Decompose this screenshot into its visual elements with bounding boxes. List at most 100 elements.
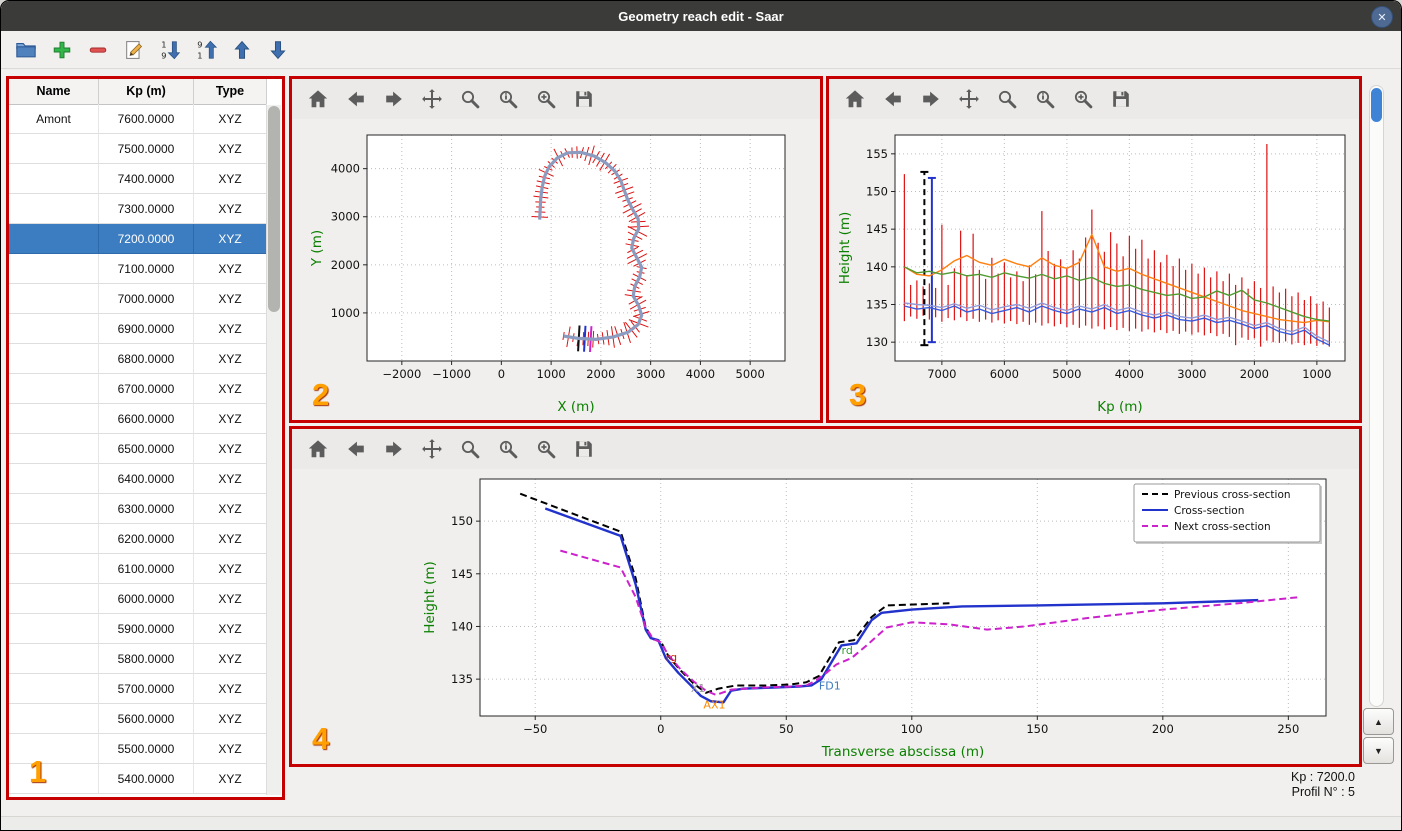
cell-type: XYZ (194, 674, 267, 704)
table-row[interactable]: Amont 7600.0000 XYZ (9, 104, 282, 134)
svg-text:5000: 5000 (736, 367, 765, 381)
table-header: Name Kp (m) Type (9, 79, 282, 105)
cell-type: XYZ (194, 374, 267, 404)
column-header-type[interactable]: Type (194, 79, 267, 105)
longitudinal-profile-plot[interactable]: 7000 6000 5000 4000 3000 2000 1000 130 135 140 145… (829, 119, 1359, 419)
zoom-region-button[interactable] (1033, 87, 1057, 111)
cell-type: XYZ (194, 104, 267, 134)
table-row[interactable]: 5400.0000 XYZ (9, 764, 282, 794)
table-row[interactable]: 5600.0000 XYZ (9, 704, 282, 734)
cell-type: XYZ (194, 254, 267, 284)
zoom-in-button[interactable] (534, 437, 558, 461)
svg-text:150: 150 (1026, 722, 1048, 736)
svg-text:Previous cross-section: Previous cross-section (1174, 489, 1291, 501)
zoom-region-icon (1034, 88, 1056, 110)
edit-profile-button[interactable] (121, 37, 147, 63)
profile-down-button[interactable]: ▼ (1363, 737, 1394, 764)
zoom-icon (459, 88, 481, 110)
table-row[interactable]: 6000.0000 XYZ (9, 584, 282, 614)
cell-kp: 6200.0000 (99, 524, 194, 554)
profile-up-button[interactable]: ▲ (1363, 708, 1394, 735)
table-row[interactable]: 6500.0000 XYZ (9, 434, 282, 464)
cell-name (9, 224, 99, 254)
sort-ascending-button[interactable]: 91 (193, 37, 219, 63)
cell-type: XYZ (194, 284, 267, 314)
back-arrow-button[interactable] (344, 87, 368, 111)
zoom-region-button[interactable] (496, 87, 520, 111)
table-row[interactable]: 7300.0000 XYZ (9, 194, 282, 224)
home-icon (844, 88, 866, 110)
main-scrollbar[interactable] (1369, 85, 1384, 707)
move-down-icon (267, 39, 289, 61)
add-profile-button[interactable] (49, 37, 75, 63)
close-button[interactable]: ✕ (1371, 6, 1393, 28)
svg-text:AX1: AX1 (703, 699, 725, 712)
svg-text:0: 0 (657, 722, 664, 736)
cross-section-plot[interactable]: rg X1 AX1 FD1 rd −50 0 50 100 150 200 250 135 140 145 1… (292, 469, 1359, 764)
table-scrollbar[interactable] (266, 105, 281, 795)
table-row[interactable]: 7400.0000 XYZ (9, 164, 282, 194)
save-button[interactable] (572, 87, 596, 111)
open-file-button[interactable] (13, 37, 39, 63)
pan-button[interactable] (420, 437, 444, 461)
home-button[interactable] (306, 437, 330, 461)
column-header-name[interactable]: Name (9, 79, 99, 105)
table-row[interactable]: 5900.0000 XYZ (9, 614, 282, 644)
table-scrollbar-thumb[interactable] (268, 106, 280, 312)
zoom-in-button[interactable] (534, 87, 558, 111)
svg-text:140: 140 (866, 260, 888, 274)
zoom-button[interactable] (995, 87, 1019, 111)
table-row[interactable]: 7500.0000 XYZ (9, 134, 282, 164)
cell-name (9, 614, 99, 644)
home-button[interactable] (843, 87, 867, 111)
save-button[interactable] (1109, 87, 1133, 111)
table-row[interactable]: 6400.0000 XYZ (9, 464, 282, 494)
forward-arrow-button[interactable] (919, 87, 943, 111)
zoom-button[interactable] (458, 437, 482, 461)
home-button[interactable] (306, 87, 330, 111)
main-toolbar: 1991 (1, 31, 1401, 69)
forward-arrow-button[interactable] (382, 437, 406, 461)
main-scrollbar-thumb[interactable] (1371, 88, 1382, 122)
table-row[interactable]: 6200.0000 XYZ (9, 524, 282, 554)
cell-name (9, 164, 99, 194)
remove-profile-button[interactable] (85, 37, 111, 63)
back-arrow-button[interactable] (344, 437, 368, 461)
move-down-button[interactable] (265, 37, 291, 63)
table-row[interactable]: 7100.0000 XYZ (9, 254, 282, 284)
table-row[interactable]: 6800.0000 XYZ (9, 344, 282, 374)
move-up-button[interactable] (229, 37, 255, 63)
titlebar[interactable]: Geometry reach edit - Saar ✕ (1, 1, 1401, 32)
sort-descending-button[interactable]: 19 (157, 37, 183, 63)
pan-button[interactable] (420, 87, 444, 111)
pan-button[interactable] (957, 87, 981, 111)
svg-text:135: 135 (866, 298, 888, 312)
cell-type: XYZ (194, 644, 267, 674)
zoom-button[interactable] (458, 87, 482, 111)
zoom-in-button[interactable] (1071, 87, 1095, 111)
table-row[interactable]: 5700.0000 XYZ (9, 674, 282, 704)
table-row[interactable]: 5800.0000 XYZ (9, 644, 282, 674)
cell-type: XYZ (194, 704, 267, 734)
svg-text:150: 150 (866, 185, 888, 199)
table-row[interactable]: 7000.0000 XYZ (9, 284, 282, 314)
table-row[interactable]: 6700.0000 XYZ (9, 374, 282, 404)
column-header-kp[interactable]: Kp (m) (99, 79, 194, 105)
cross-section-panel: rg X1 AX1 FD1 rd −50 0 50 100 150 200 250 135 140 145 1… (289, 426, 1362, 767)
plan-view-plot[interactable]: −2000 −1000 0 1000 2000 3000 4000 5000 1000 2000 3… (292, 119, 820, 419)
panel-number-2: 2 (312, 377, 330, 412)
close-icon: ✕ (1377, 11, 1387, 24)
zoom-region-button[interactable] (496, 437, 520, 461)
save-button[interactable] (572, 437, 596, 461)
table-row[interactable]: 6600.0000 XYZ (9, 404, 282, 434)
table-row[interactable]: 6100.0000 XYZ (9, 554, 282, 584)
table-row[interactable]: 5500.0000 XYZ (9, 734, 282, 764)
back-arrow-button[interactable] (881, 87, 905, 111)
cell-kp: 6000.0000 (99, 584, 194, 614)
table-row[interactable]: 6300.0000 XYZ (9, 494, 282, 524)
table-row[interactable]: 7200.0000 XYZ (9, 224, 282, 254)
window-title: Geometry reach edit - Saar (618, 8, 784, 24)
svg-text:Next cross-section: Next cross-section (1174, 521, 1271, 533)
forward-arrow-button[interactable] (382, 87, 406, 111)
table-row[interactable]: 6900.0000 XYZ (9, 314, 282, 344)
